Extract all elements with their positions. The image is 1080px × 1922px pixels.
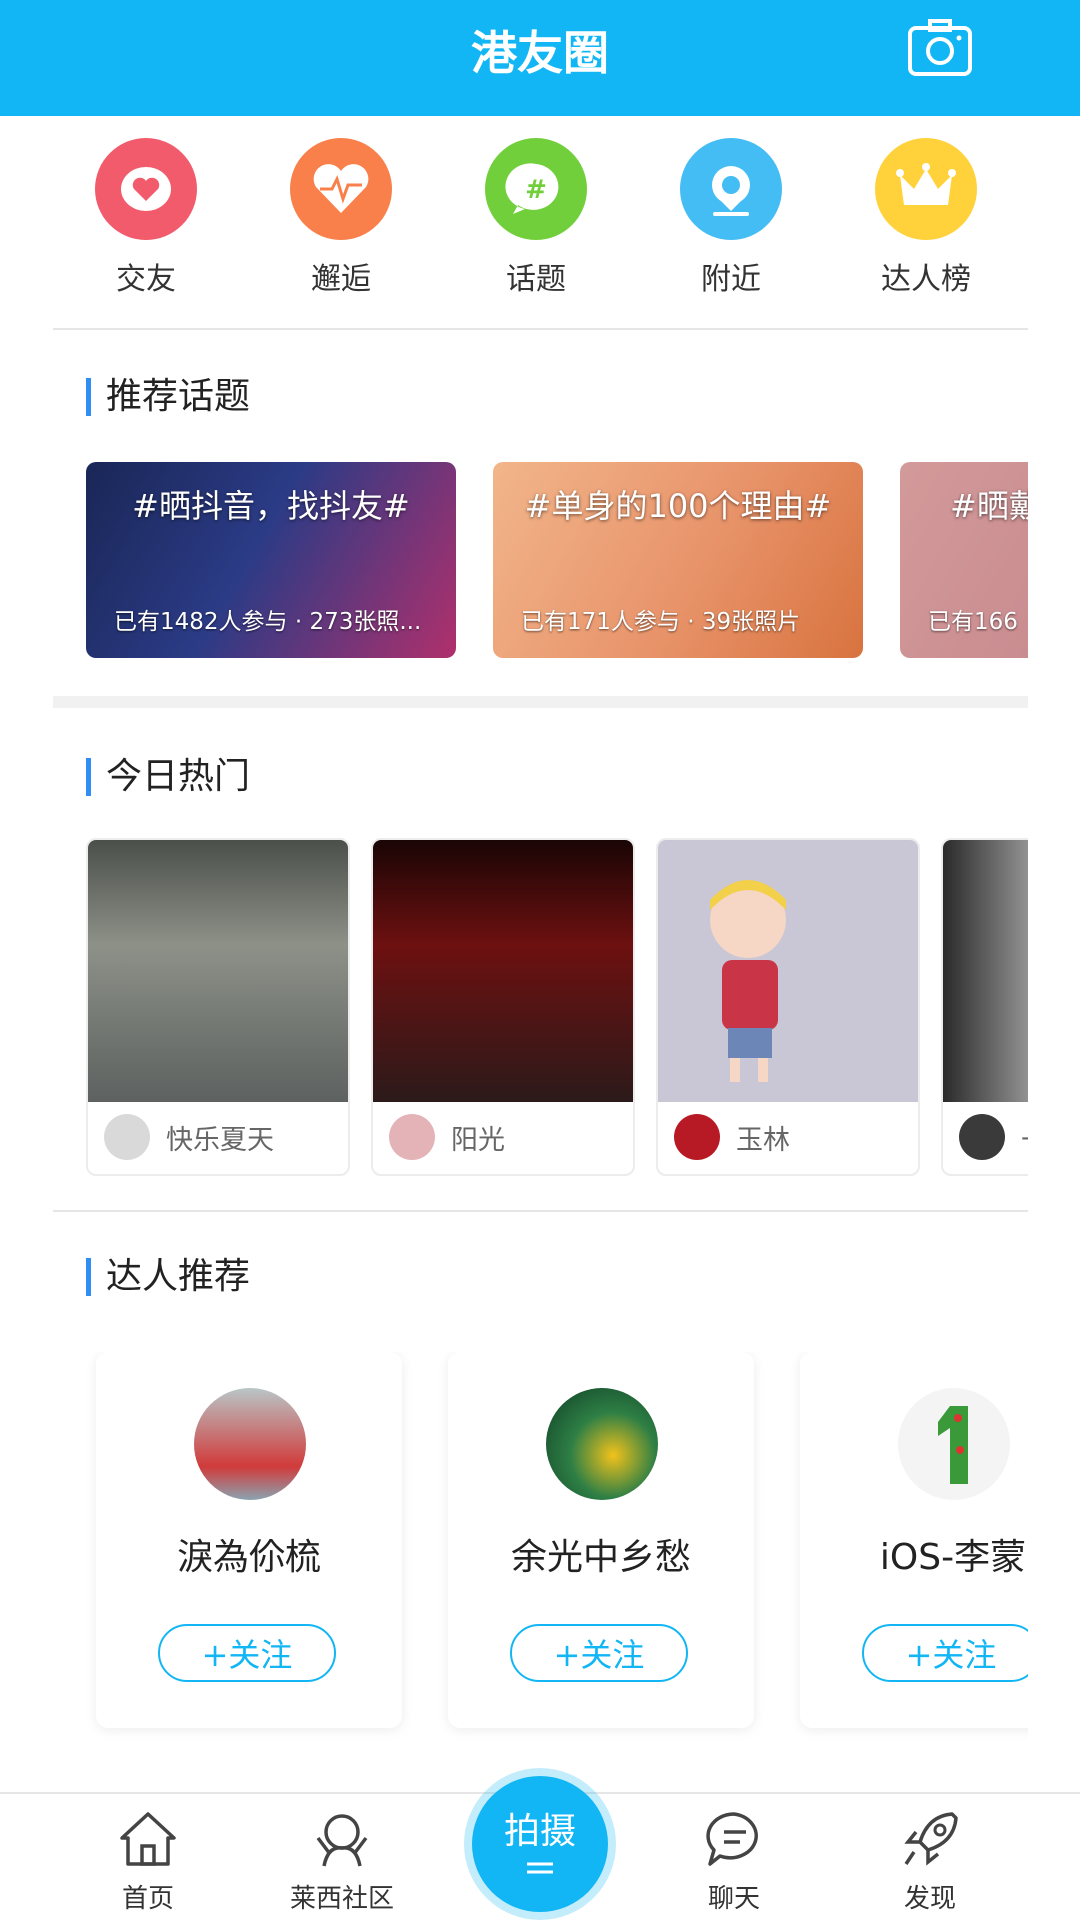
quick-entry-label: 附近	[701, 262, 761, 297]
heartbeat-icon	[290, 138, 392, 240]
expert-name: 淚為伱梳	[176, 1537, 321, 1578]
topic-name: #晒抖音，找抖友#	[132, 487, 410, 525]
expert-card[interactable]: 余光中乡愁 +关注	[448, 1352, 754, 1728]
hashtag-icon: #	[485, 138, 587, 240]
section-separator	[53, 696, 1028, 708]
quick-entry-label: 达人榜	[881, 262, 971, 297]
user-name: 阳光	[451, 1124, 505, 1156]
avatar	[898, 1388, 1010, 1500]
avatar	[674, 1114, 720, 1160]
location-icon	[680, 138, 782, 240]
user-name: 快乐夏天	[166, 1124, 274, 1156]
user-name: 玉林	[736, 1124, 790, 1156]
expert-card[interactable]: 淚為伱梳 +关注	[96, 1352, 402, 1728]
topic-name: #晒戴	[950, 487, 1028, 525]
post-image	[658, 840, 918, 1102]
shoot-button[interactable]: 拍摄	[472, 1776, 608, 1912]
expert-carousel[interactable]: 淚為伱梳 +关注 余光中乡愁 +关注 iOS-李蒙 +关注	[86, 1352, 1028, 1752]
post-image	[373, 840, 633, 1102]
avatar	[389, 1114, 435, 1160]
quick-entry-bar: 交友 邂逅 # 话题 附近 达人榜	[0, 118, 1080, 328]
tab-chat[interactable]: 聊天	[664, 1808, 804, 1915]
app-header: 港友圈	[0, 0, 1080, 116]
quick-entry-label: 交友	[116, 262, 176, 297]
topic-name: #单身的100个理由#	[524, 487, 832, 525]
topic-stats: 已有166	[928, 609, 1018, 635]
section-title-experts: 达人推荐	[86, 1256, 250, 1298]
chat-icon	[706, 1812, 758, 1866]
quick-entry-encounter[interactable]: 邂逅	[266, 138, 416, 298]
tab-label: 莱西社区	[289, 1884, 394, 1914]
follow-button[interactable]: +关注	[158, 1624, 336, 1682]
divider	[53, 1210, 1028, 1212]
cartoon-girl-illustration	[710, 880, 786, 1082]
quick-entry-label: 邂逅	[311, 262, 371, 297]
crown-icon	[875, 138, 977, 240]
topic-carousel[interactable]: #晒抖音，找抖友# 已有1482人参与 · 273张照... #单身的100个理…	[86, 462, 1028, 658]
topic-stats: 已有171人参与 · 39张照片	[521, 609, 801, 635]
hot-post-card[interactable]: 快乐夏天	[86, 838, 350, 1176]
post-image	[88, 840, 348, 1102]
tab-label: 聊天	[707, 1884, 760, 1914]
section-title-topics: 推荐话题	[86, 376, 250, 418]
tab-label: 首页	[121, 1884, 174, 1914]
shoot-icon	[527, 1862, 553, 1874]
tab-discover[interactable]: 发现	[860, 1808, 1000, 1915]
tab-community[interactable]: 莱西社区	[272, 1808, 412, 1915]
avatar	[194, 1388, 306, 1500]
quick-entry-topics[interactable]: # 话题	[461, 138, 611, 298]
hot-post-card[interactable]: 玉林	[656, 838, 920, 1176]
home-icon	[120, 1812, 176, 1866]
topic-card[interactable]: #晒抖音，找抖友# 已有1482人参与 · 273张照...	[86, 462, 456, 658]
divider	[53, 328, 1028, 330]
hot-post-card[interactable]: 阳光	[371, 838, 635, 1176]
community-icon	[316, 1814, 368, 1867]
camera-icon[interactable]	[906, 16, 974, 84]
heart-icon	[95, 138, 197, 240]
follow-button[interactable]: +关注	[510, 1624, 688, 1682]
svg-text:#: #	[525, 175, 547, 205]
quick-entry-make-friends[interactable]: 交友	[71, 138, 221, 298]
topic-card[interactable]: #晒戴 已有166	[900, 462, 1028, 658]
hot-carousel[interactable]: 快乐夏天 阳光 玉林 -	[86, 838, 1028, 1178]
quick-entry-label: 话题	[506, 262, 566, 297]
expert-card[interactable]: iOS-李蒙 +关注	[800, 1352, 1028, 1728]
topic-card[interactable]: #单身的100个理由# 已有171人参与 · 39张照片	[493, 462, 863, 658]
avatar	[959, 1114, 1005, 1160]
expert-name: iOS-李蒙	[879, 1537, 1027, 1578]
quick-entry-leaderboard[interactable]: 达人榜	[851, 138, 1001, 298]
quick-entry-nearby[interactable]: 附近	[656, 138, 806, 298]
tab-label: 发现	[903, 1884, 956, 1914]
user-name: -	[1021, 1122, 1028, 1153]
tab-home[interactable]: 首页	[78, 1808, 218, 1915]
topic-stats: 已有1482人参与 · 273张照...	[114, 609, 422, 635]
follow-button[interactable]: +关注	[862, 1624, 1028, 1682]
expert-name: 余光中乡愁	[510, 1537, 691, 1578]
section-title-hot: 今日热门	[86, 756, 250, 798]
avatar	[546, 1388, 658, 1500]
rocket-icon	[904, 1812, 958, 1866]
shoot-label: 拍摄	[503, 1811, 576, 1852]
hot-post-card[interactable]: -	[941, 838, 1028, 1176]
avatar	[104, 1114, 150, 1160]
post-image	[943, 840, 1028, 1102]
